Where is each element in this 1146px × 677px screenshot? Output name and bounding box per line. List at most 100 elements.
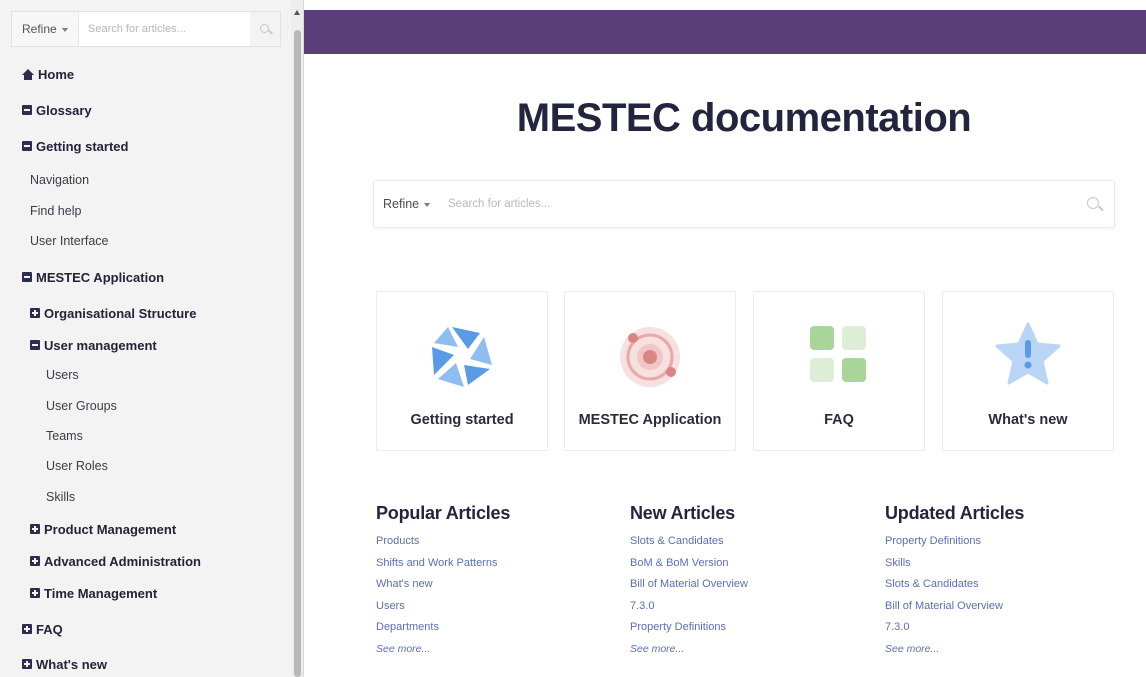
sidebar-item-glossary[interactable]: Glossary — [22, 95, 92, 125]
see-more-link[interactable]: See more... — [630, 643, 870, 655]
sidebar-item-user-groups[interactable]: User Groups — [46, 391, 117, 421]
sidebar-item-skills[interactable]: Skills — [46, 482, 75, 512]
expand-icon — [22, 659, 32, 669]
sidebar-item-label: Product Management — [44, 521, 177, 537]
collapse-icon — [22, 141, 32, 151]
card-label: What's new — [988, 412, 1068, 428]
card-label: Getting started — [410, 412, 514, 428]
main-search: Refine — [373, 180, 1115, 228]
popular-articles: Popular Articles Products Shifts and Wor… — [376, 503, 616, 655]
orbit-icon — [620, 327, 680, 387]
article-link[interactable]: Users — [376, 600, 616, 622]
main-search-button[interactable] — [1074, 181, 1114, 227]
article-list: Slots & Candidates BoM & BoM Version Bil… — [630, 535, 870, 643]
card-mestec-application[interactable]: MESTEC Application — [564, 291, 736, 451]
grid-icon — [810, 326, 866, 382]
sidebar-item-label: Getting started — [36, 138, 129, 154]
sidebar-item-label: User Roles — [46, 459, 108, 473]
sidebar-item-label: User Interface — [30, 234, 109, 248]
search-icon — [1087, 197, 1101, 211]
sidebar-item-label: Teams — [46, 429, 83, 443]
sidebar-item-users[interactable]: Users — [46, 360, 79, 390]
star-alert-icon — [995, 322, 1061, 385]
article-link[interactable]: 7.3.0 — [885, 621, 1125, 643]
sidebar-search: Refine — [11, 11, 281, 47]
main-refine-dropdown[interactable]: Refine — [374, 197, 440, 211]
article-link[interactable]: Slots & Candidates — [885, 578, 1125, 600]
expand-icon — [30, 524, 40, 534]
see-more-link[interactable]: See more... — [376, 643, 616, 655]
search-icon — [259, 23, 271, 35]
article-link[interactable]: BoM & BoM Version — [630, 557, 870, 579]
sidebar-item-whats-new[interactable]: What's new — [22, 649, 107, 677]
sidebar-item-label: FAQ — [36, 621, 63, 637]
article-link[interactable]: Shifts and Work Patterns — [376, 557, 616, 579]
sidebar-item-faq[interactable]: FAQ — [22, 614, 63, 644]
article-link[interactable]: Property Definitions — [885, 535, 1125, 557]
article-list: Products Shifts and Work Patterns What's… — [376, 535, 616, 643]
sidebar-item-organisational-structure[interactable]: Organisational Structure — [30, 298, 196, 328]
home-icon — [22, 68, 34, 80]
caret-down-icon — [424, 203, 431, 207]
article-link[interactable]: Slots & Candidates — [630, 535, 870, 557]
sidebar-item-label: Advanced Administration — [44, 553, 201, 569]
sidebar-item-getting-started[interactable]: Getting started — [22, 131, 128, 161]
article-link[interactable]: 7.3.0 — [630, 600, 870, 622]
article-list: Property Definitions Skills Slots & Cand… — [885, 535, 1125, 643]
main-search-input[interactable] — [440, 181, 1074, 227]
refine-label: Refine — [383, 197, 420, 211]
sidebar-item-advanced-administration[interactable]: Advanced Administration — [30, 546, 201, 576]
sidebar-item-time-management[interactable]: Time Management — [30, 578, 157, 608]
sidebar-item-label: MESTEC Application — [36, 269, 165, 285]
card-whats-new[interactable]: What's new — [942, 291, 1114, 451]
article-link[interactable]: Bill of Material Overview — [630, 578, 870, 600]
article-link[interactable]: Products — [376, 535, 616, 557]
expand-icon — [30, 588, 40, 598]
sidebar-item-teams[interactable]: Teams — [46, 421, 83, 451]
collapse-icon — [22, 105, 32, 115]
sidebar-item-label: User Groups — [46, 399, 117, 413]
article-link[interactable]: Bill of Material Overview — [885, 600, 1125, 622]
sidebar-item-find-help[interactable]: Find help — [30, 196, 81, 226]
refine-label: Refine — [22, 22, 57, 36]
sidebar-search-button[interactable] — [250, 12, 280, 46]
sidebar-item-label: Glossary — [36, 102, 92, 118]
sidebar-item-mestec-application[interactable]: MESTEC Application — [22, 262, 164, 292]
sidebar-search-input[interactable] — [79, 12, 250, 46]
card-label: MESTEC Application — [578, 412, 722, 428]
expand-icon — [30, 556, 40, 566]
scroll-up-arrow-icon[interactable] — [294, 10, 300, 15]
sidebar-item-product-management[interactable]: Product Management — [30, 514, 176, 544]
see-more-link[interactable]: See more... — [885, 643, 1125, 655]
scroll-thumb[interactable] — [294, 30, 301, 677]
new-articles: New Articles Slots & Candidates BoM & Bo… — [630, 503, 870, 655]
collapse-icon — [22, 272, 32, 282]
expand-icon — [30, 308, 40, 318]
sidebar-item-user-roles[interactable]: User Roles — [46, 451, 108, 481]
sidebar-scrollbar[interactable] — [291, 0, 303, 677]
sidebar-item-label: Time Management — [44, 585, 158, 601]
sidebar-item-user-interface[interactable]: User Interface — [30, 226, 109, 256]
sidebar-item-navigation[interactable]: Navigation — [30, 165, 89, 195]
sidebar-refine-dropdown[interactable]: Refine — [12, 12, 79, 46]
article-link[interactable]: Departments — [376, 621, 616, 643]
card-faq[interactable]: FAQ — [753, 291, 925, 451]
updated-articles: Updated Articles Property Definitions Sk… — [885, 503, 1125, 655]
article-link[interactable]: What's new — [376, 578, 616, 600]
sidebar-item-label: Organisational Structure — [44, 305, 197, 321]
sidebar: Refine Home Glossary Getting started Nav… — [0, 0, 304, 677]
caret-down-icon — [61, 28, 68, 32]
card-getting-started[interactable]: Getting started — [376, 291, 548, 451]
sidebar-item-home[interactable]: Home — [22, 59, 74, 89]
header-bar — [304, 10, 1146, 54]
article-link[interactable]: Skills — [885, 557, 1125, 579]
sidebar-item-label: Skills — [46, 490, 76, 504]
article-link[interactable]: Property Definitions — [630, 621, 870, 643]
column-title: New Articles — [630, 503, 735, 523]
sidebar-item-user-management[interactable]: User management — [30, 330, 157, 360]
sidebar-item-label: Find help — [30, 204, 82, 218]
column-title: Popular Articles — [376, 503, 511, 523]
card-label: FAQ — [824, 412, 854, 428]
collapse-icon — [30, 340, 40, 350]
sidebar-item-label: Navigation — [30, 173, 90, 187]
